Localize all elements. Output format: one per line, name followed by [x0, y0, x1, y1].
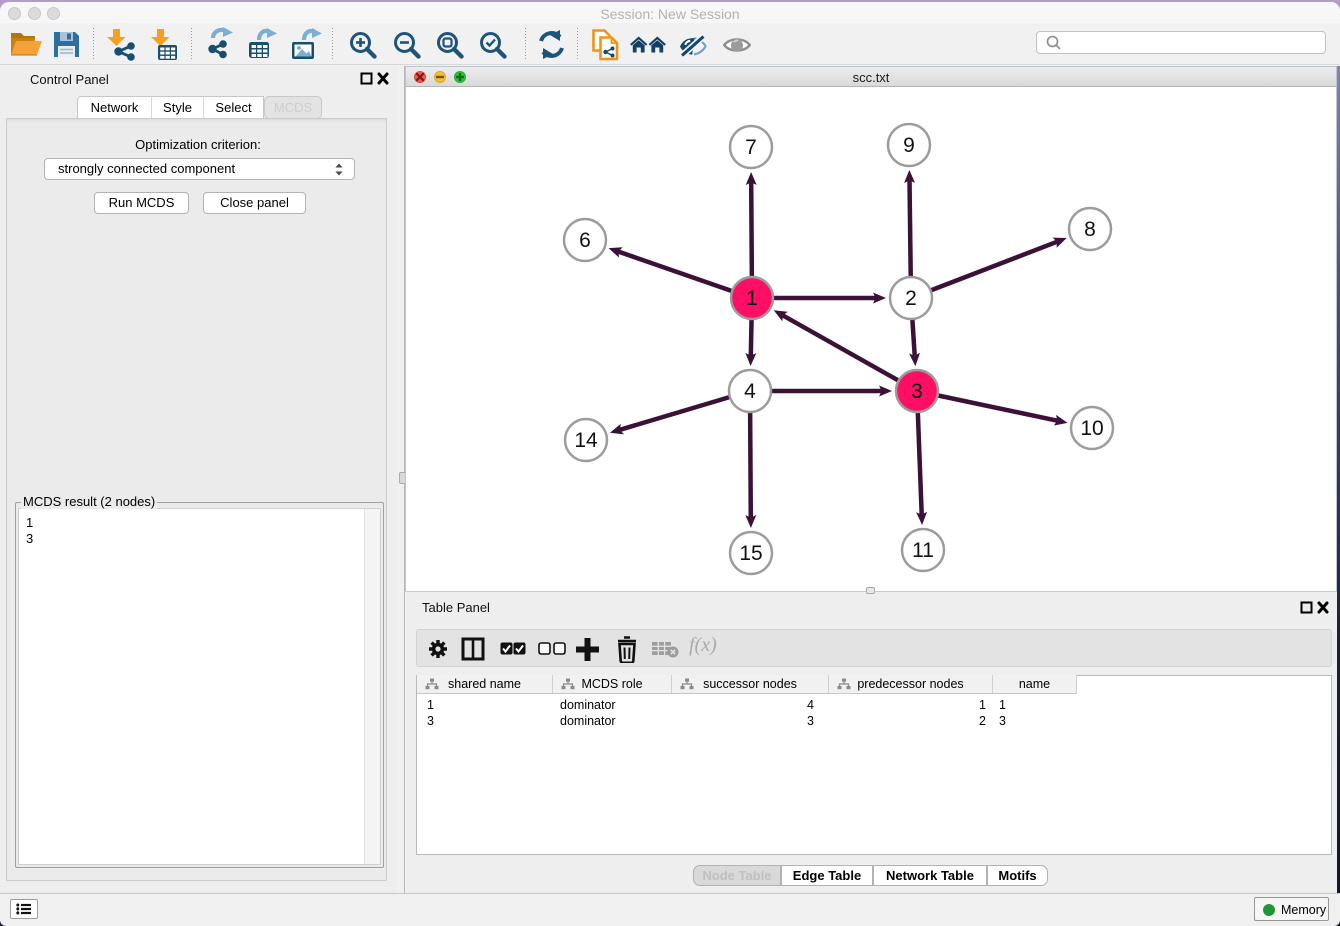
svg-text:7: 7: [745, 136, 757, 159]
svg-text:10: 10: [1080, 417, 1103, 440]
svg-text:8: 8: [1084, 218, 1096, 241]
svg-text:4: 4: [744, 380, 756, 403]
svg-text:1: 1: [746, 287, 758, 310]
svg-text:14: 14: [574, 429, 598, 452]
svg-text:6: 6: [579, 229, 591, 252]
svg-text:11: 11: [912, 539, 934, 562]
svg-text:9: 9: [903, 134, 915, 157]
svg-text:2: 2: [905, 287, 917, 310]
svg-text:15: 15: [739, 542, 762, 565]
svg-text:3: 3: [911, 380, 923, 403]
